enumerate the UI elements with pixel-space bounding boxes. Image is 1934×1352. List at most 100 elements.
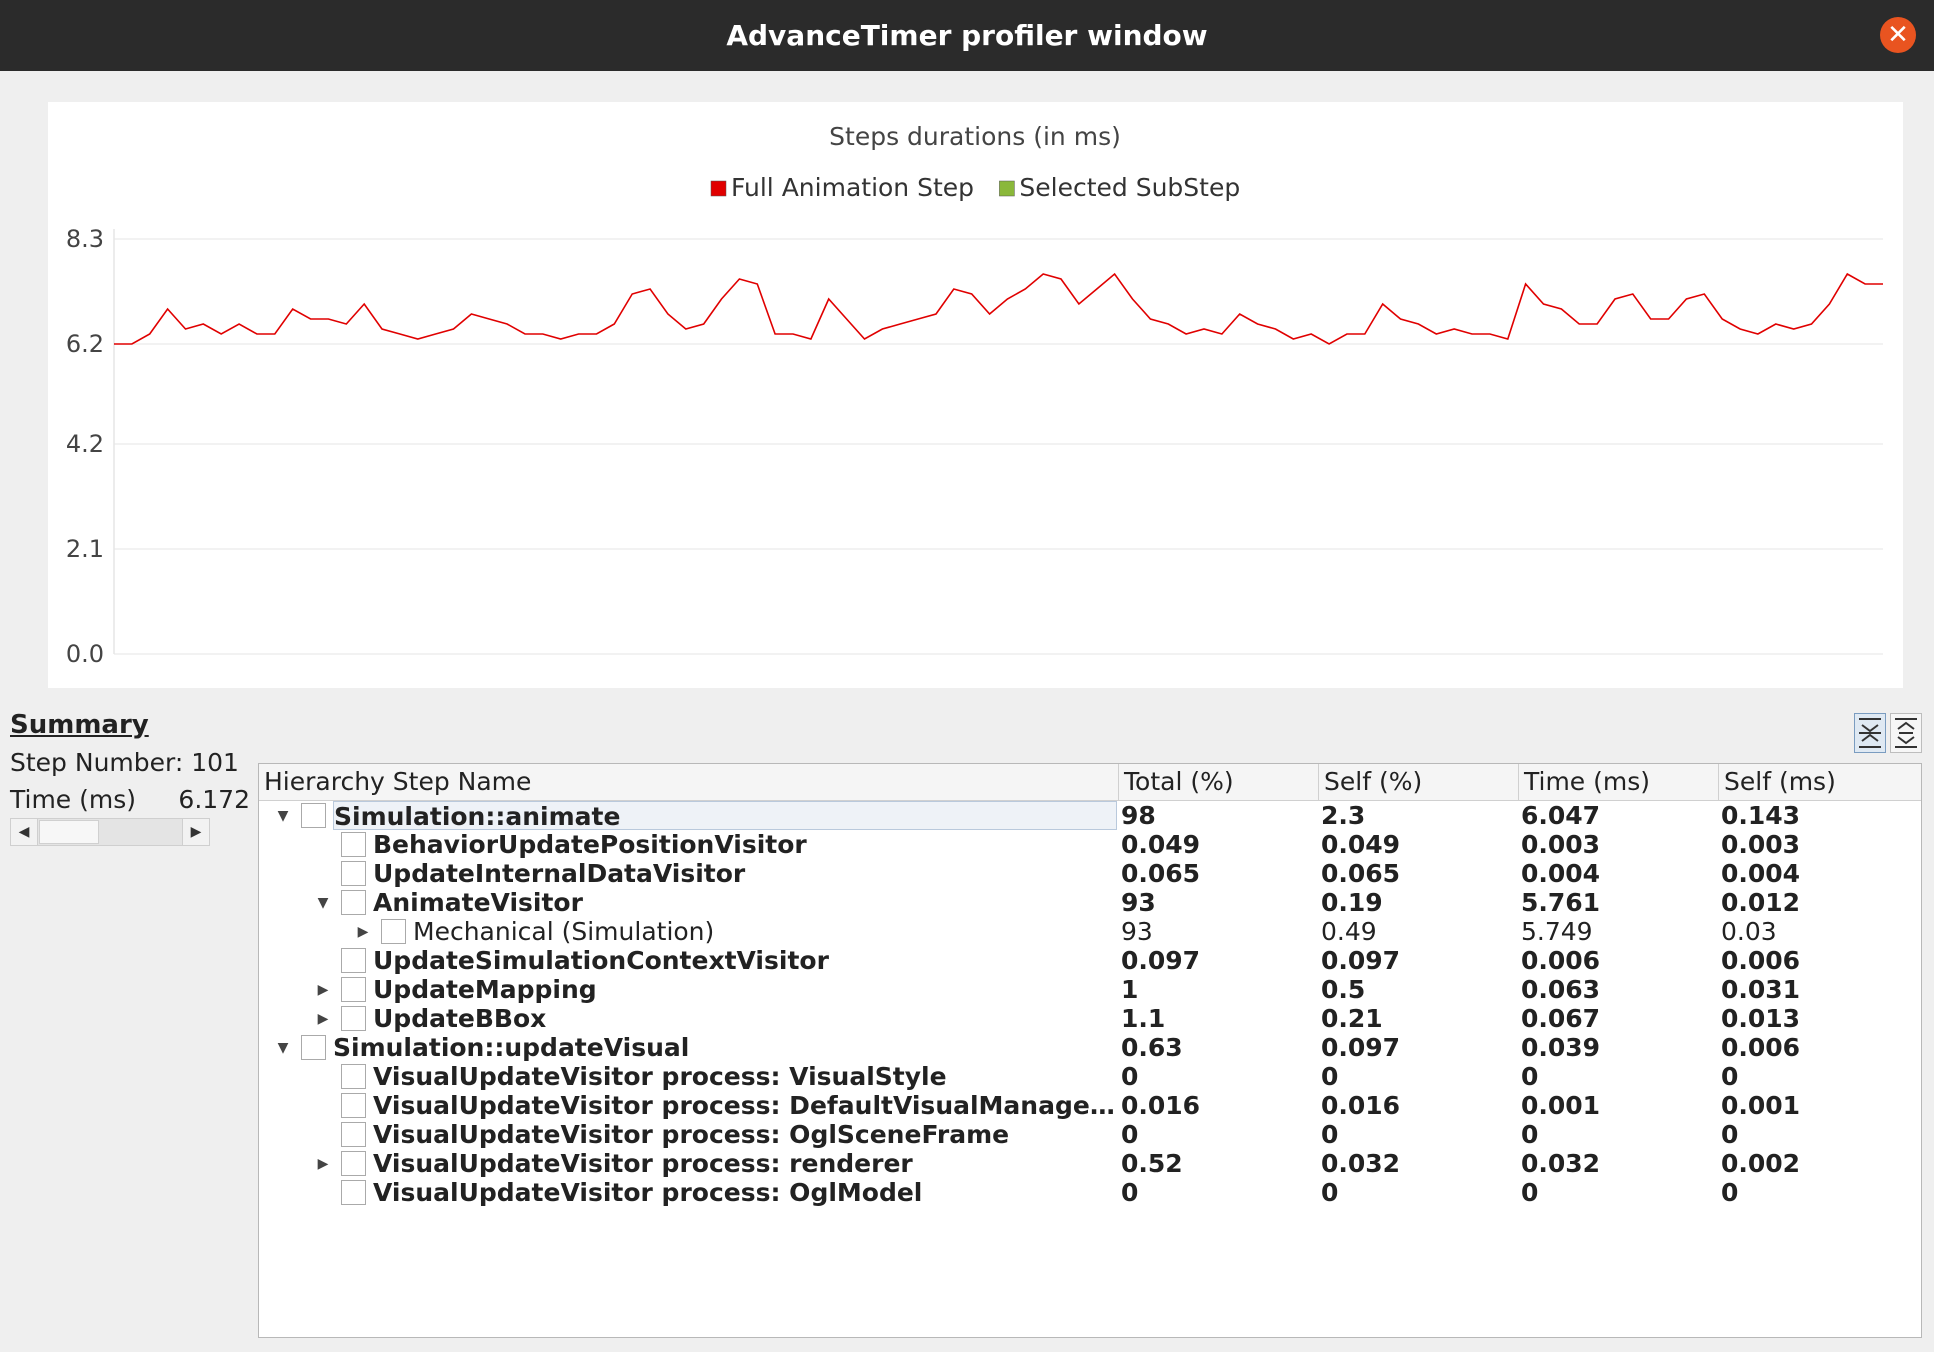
step-name: UpdateBBox	[373, 1004, 547, 1033]
expand-arrow-right-icon[interactable]: ▶	[311, 975, 335, 1004]
window-titlebar: AdvanceTimer profiler window ✕	[0, 0, 1934, 71]
expand-arrow-right-icon[interactable]: ▶	[311, 1004, 335, 1033]
summary-title: Summary	[10, 710, 149, 740]
row-checkbox[interactable]	[341, 1006, 366, 1031]
chart-title: Steps durations (in ms)	[829, 122, 1121, 151]
cell-self-ms: 0.002	[1721, 1149, 1801, 1178]
tree-row[interactable]: ▶ UpdateMapping 1 0.5 0.063 0.031	[259, 975, 1921, 1004]
row-checkbox[interactable]	[341, 1064, 366, 1089]
y-tick-label-2: 4.2	[66, 430, 104, 458]
hierarchy-tree-table[interactable]: Hierarchy Step Name Total (%) Self (%) Time…	[258, 763, 1922, 1338]
tree-row[interactable]: ▼ AnimateVisitor 93 0.19 5.761 0.012	[259, 888, 1921, 917]
cell-self-pct: 0.097	[1321, 1033, 1401, 1062]
cell-total: 0.049	[1121, 830, 1201, 859]
row-checkbox[interactable]	[301, 803, 326, 828]
cell-self-ms: 0.013	[1721, 1004, 1801, 1033]
steps-duration-chart: Steps durations (in ms) Full Animation St…	[66, 122, 1883, 668]
legend-swatch-1	[999, 180, 1015, 197]
y-tick-label-1: 6.2	[66, 330, 104, 358]
cell-time: 6.047	[1521, 801, 1601, 830]
scroll-left-button[interactable]: ◀	[11, 819, 38, 845]
legend-label-0: Full Animation Step	[731, 173, 974, 202]
y-tick-label-0: 8.3	[66, 225, 104, 253]
cell-time: 0.032	[1521, 1149, 1601, 1178]
step-name: UpdateSimulationContextVisitor	[373, 946, 829, 975]
series-line-0	[114, 272, 1883, 345]
row-checkbox[interactable]	[301, 1035, 326, 1060]
cell-time: 5.761	[1521, 888, 1601, 917]
cell-self-ms: 0.03	[1721, 917, 1777, 946]
cell-self-ms: 0.001	[1721, 1091, 1801, 1120]
row-checkbox[interactable]	[341, 890, 366, 915]
cell-time: 0.039	[1521, 1033, 1601, 1062]
row-checkbox[interactable]	[341, 977, 366, 1002]
tree-row[interactable]: VisualUpdateVisitor process: OglSceneFra…	[259, 1120, 1921, 1149]
tree-row[interactable]: ▶ Mechanical (Simulation) 93 0.49 5.749 0.03	[259, 917, 1921, 946]
cell-self-pct: 0.097	[1321, 946, 1401, 975]
cell-total: 98	[1121, 801, 1156, 830]
cell-time: 0.063	[1521, 975, 1601, 1004]
step-name: VisualUpdateVisitor process: OglSceneFra…	[373, 1120, 1010, 1149]
expand-arrow-down-icon[interactable]: ▼	[311, 888, 335, 917]
triangle-right-icon: ▶	[190, 824, 202, 840]
column-header-1[interactable]: Total (%)	[1119, 764, 1319, 800]
tree-row[interactable]: VisualUpdateVisitor process: VisualStyle…	[259, 1062, 1921, 1091]
cell-total: 1	[1121, 975, 1139, 1004]
cell-self-pct: 0.016	[1321, 1091, 1401, 1120]
tree-row[interactable]: VisualUpdateVisitor process: OglModel 0 0 0…	[259, 1178, 1921, 1207]
row-checkbox[interactable]	[341, 948, 366, 973]
cell-self-pct: 0.049	[1321, 830, 1401, 859]
expand-all-button[interactable]	[1890, 713, 1922, 753]
summary-horizontal-scrollbar[interactable]: ◀ ▶	[10, 818, 210, 846]
row-checkbox[interactable]	[341, 861, 366, 886]
cell-total: 0	[1121, 1178, 1139, 1207]
tree-row[interactable]: ▼ Simulation::animate 98 2.3 6.047 0.143	[259, 801, 1921, 830]
column-header-0[interactable]: Hierarchy Step Name	[259, 764, 1119, 800]
tree-row[interactable]: BehaviorUpdatePositionVisitor 0.049 0.049 0…	[259, 830, 1921, 859]
cell-time: 0	[1521, 1120, 1539, 1149]
row-checkbox[interactable]	[341, 1093, 366, 1118]
cell-total: 0.63	[1121, 1033, 1183, 1062]
tree-row[interactable]: ▼ Simulation::updateVisual 0.63 0.097 0.039 0…	[259, 1033, 1921, 1062]
step-name: VisualUpdateVisitor process: OglModel	[373, 1178, 923, 1207]
row-checkbox[interactable]	[341, 832, 366, 857]
step-name: Mechanical (Simulation)	[413, 917, 715, 946]
collapse-all-button[interactable]	[1854, 713, 1886, 753]
cell-total: 0.52	[1121, 1149, 1183, 1178]
row-checkbox[interactable]	[341, 1151, 366, 1176]
row-checkbox[interactable]	[381, 919, 406, 944]
cell-self-pct: 0	[1321, 1062, 1339, 1091]
tree-row[interactable]: VisualUpdateVisitor process: DefaultVisu…	[259, 1091, 1921, 1120]
triangle-left-icon: ◀	[18, 824, 30, 840]
column-header-2[interactable]: Self (%)	[1319, 764, 1519, 800]
tree-row[interactable]: UpdateInternalDataVisitor 0.065 0.065 0.004…	[259, 859, 1921, 888]
step-name: UpdateMapping	[373, 975, 597, 1004]
expand-arrow-right-icon[interactable]: ▶	[351, 917, 375, 946]
tree-row[interactable]: ▶ UpdateBBox 1.1 0.21 0.067 0.013	[259, 1004, 1921, 1033]
cell-self-ms: 0.006	[1721, 1033, 1801, 1062]
column-header-4[interactable]: Self (ms)	[1719, 764, 1921, 800]
cell-total: 0.097	[1121, 946, 1201, 975]
tree-row[interactable]: UpdateSimulationContextVisitor 0.097 0.097…	[259, 946, 1921, 975]
step-name: VisualUpdateVisitor process: renderer	[373, 1149, 913, 1178]
tree-row[interactable]: ▶ VisualUpdateVisitor process: renderer 0.…	[259, 1149, 1921, 1178]
cell-total: 0	[1121, 1062, 1139, 1091]
row-checkbox[interactable]	[341, 1180, 366, 1205]
expand-all-icon	[1895, 718, 1917, 748]
cell-self-pct: 0.5	[1321, 975, 1366, 1004]
close-button[interactable]: ✕	[1880, 17, 1916, 53]
step-name: VisualUpdateVisitor process: VisualStyle	[373, 1062, 947, 1091]
scrollbar-thumb[interactable]	[39, 820, 99, 844]
expand-arrow-down-icon[interactable]: ▼	[271, 801, 295, 830]
y-tick-label-4: 0.0	[66, 640, 104, 668]
row-checkbox[interactable]	[341, 1122, 366, 1147]
expand-arrow-right-icon[interactable]: ▶	[311, 1149, 335, 1178]
step-name: AnimateVisitor	[373, 888, 583, 917]
cell-time: 0	[1521, 1062, 1539, 1091]
expand-arrow-down-icon[interactable]: ▼	[271, 1033, 295, 1062]
step-name: Simulation::updateVisual	[333, 1033, 690, 1062]
cell-self-ms: 0.143	[1721, 801, 1801, 830]
column-header-3[interactable]: Time (ms)	[1519, 764, 1719, 800]
step-name: BehaviorUpdatePositionVisitor	[373, 830, 807, 859]
scroll-right-button[interactable]: ▶	[182, 819, 209, 845]
